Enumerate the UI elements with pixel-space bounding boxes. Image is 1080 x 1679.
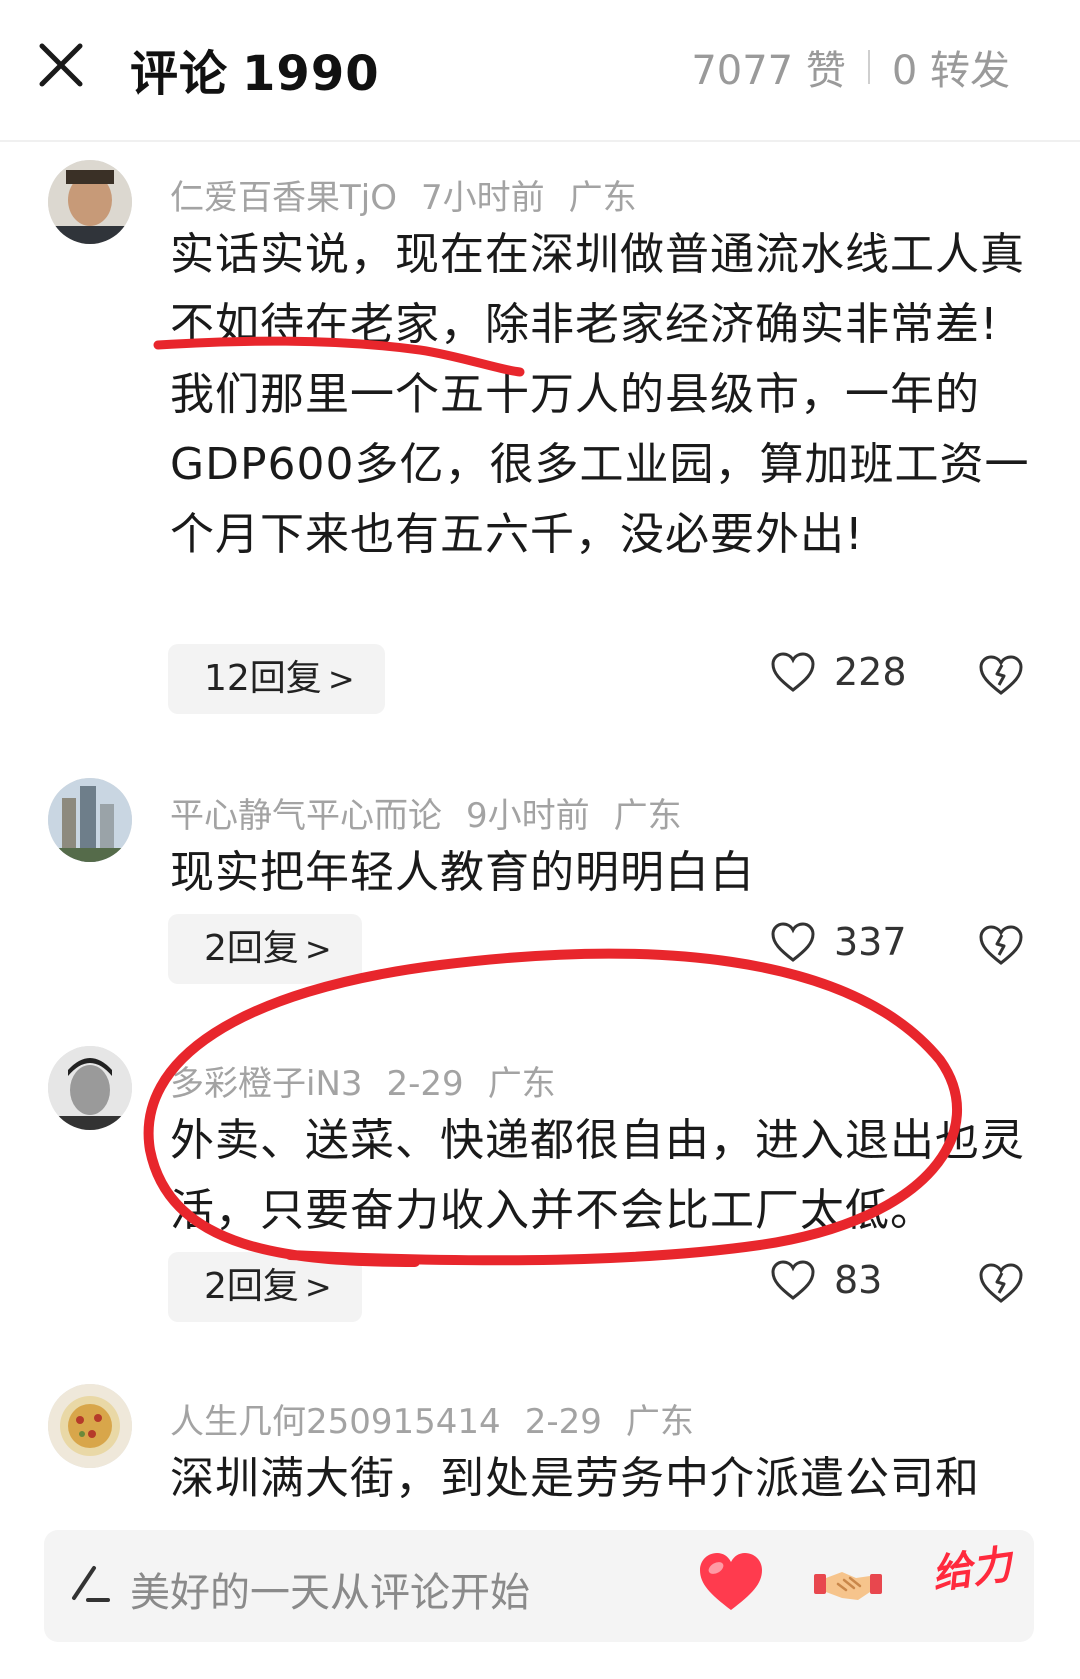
comment-meta: 多彩橙子iN3 2-29 广东 (170, 1056, 556, 1105)
timestamp: 9小时前 (466, 796, 590, 836)
timestamp: 2-29 (386, 1064, 464, 1104)
username[interactable]: 平心静气平心而论 (170, 796, 442, 836)
header-stats: 7077 赞 0 转发 (691, 38, 1010, 96)
location: 广东 (487, 1064, 556, 1104)
like-button[interactable]: 228 (770, 650, 907, 694)
view-replies-button[interactable]: 2回复 > (168, 914, 362, 984)
pencil-icon (68, 1562, 112, 1610)
page-title: 评论 1990 (130, 34, 380, 104)
comment-meta: 人生几何250915414 2-29 广东 (170, 1394, 694, 1443)
comment-text: 外卖、送菜、快递都很自由，进入退出也灵活，只要奋力收入并不会比工厂太低。 (170, 1115, 1025, 1236)
geili-sticker-button[interactable]: 给力 (929, 1541, 1015, 1599)
reply-count: 2回复 (204, 928, 299, 969)
username[interactable]: 多彩橙子iN3 (170, 1064, 363, 1104)
like-count: 337 (834, 920, 907, 964)
username[interactable]: 仁爱百香果TjO (170, 178, 397, 218)
avatar[interactable] (48, 160, 132, 244)
heart-outline-icon (771, 652, 815, 692)
avatar-image (48, 1046, 132, 1130)
location: 广东 (568, 178, 637, 218)
avatar-image (48, 778, 132, 862)
timestamp: 7小时前 (420, 178, 545, 218)
heart-outline-icon (771, 922, 815, 962)
comment-count: 1990 (242, 46, 380, 102)
dislike-button[interactable] (978, 1262, 1024, 1308)
timestamp: 2-29 (524, 1402, 602, 1442)
chevron-right-icon: > (304, 1268, 332, 1306)
location: 广东 (625, 1402, 694, 1442)
reply-count: 12回复 (204, 658, 322, 699)
like-button[interactable]: 337 (770, 920, 907, 964)
comment-text: 深圳满大街，到处是劳务中介派遣公司和 (170, 1453, 980, 1504)
like-count: 83 (834, 1258, 883, 1302)
close-icon (39, 43, 83, 87)
red-heart-icon (700, 1553, 762, 1610)
view-replies-button[interactable]: 2回复 > (168, 1252, 362, 1322)
comment-input-bar[interactable]: 美好的一天从评论开始 给力 (44, 1530, 1034, 1642)
share-total[interactable]: 0 转发 (892, 38, 1010, 96)
dislike-button[interactable] (978, 924, 1024, 970)
handshake-icon (814, 1572, 882, 1600)
avatar[interactable] (48, 1384, 132, 1468)
avatar-image (48, 160, 132, 244)
heart-outline-icon (771, 1260, 815, 1300)
broken-heart-icon (979, 1263, 1023, 1303)
chevron-right-icon: > (327, 660, 355, 698)
avatar[interactable] (48, 1046, 132, 1130)
avatar-image (48, 1384, 132, 1468)
dislike-button[interactable] (978, 654, 1024, 700)
comment-text: 现实把年轻人教育的明明白白 (170, 847, 755, 898)
like-total[interactable]: 7077 赞 (691, 38, 846, 96)
title-label: 评论 (130, 46, 229, 102)
avatar[interactable] (48, 778, 132, 862)
like-count: 228 (834, 650, 907, 694)
heart-reaction-button[interactable] (696, 1548, 766, 1622)
comment-text: 实话实说，现在在深圳做普通流水线工人真不如待在老家，除非老家经济确实非常差!我们… (170, 229, 1030, 560)
broken-heart-icon (979, 655, 1023, 695)
comments-header: 评论 1990 7077 赞 0 转发 (0, 0, 1080, 142)
username[interactable]: 人生几何250915414 (170, 1402, 501, 1442)
broken-heart-icon (979, 925, 1023, 965)
reply-count: 2回复 (204, 1266, 299, 1307)
comment-meta: 平心静气平心而论 9小时前 广东 (170, 788, 682, 837)
close-button[interactable] (34, 38, 88, 92)
location: 广东 (613, 796, 682, 836)
like-button[interactable]: 83 (770, 1258, 882, 1302)
view-replies-button[interactable]: 12回复 > (168, 644, 385, 714)
chevron-right-icon: > (304, 930, 332, 968)
comment-input-placeholder[interactable]: 美好的一天从评论开始 (130, 1560, 530, 1618)
comment-meta: 仁爱百香果TjO 7小时前 广东 (170, 170, 637, 219)
stats-divider (867, 50, 870, 84)
handshake-reaction-button[interactable] (812, 1548, 884, 1622)
